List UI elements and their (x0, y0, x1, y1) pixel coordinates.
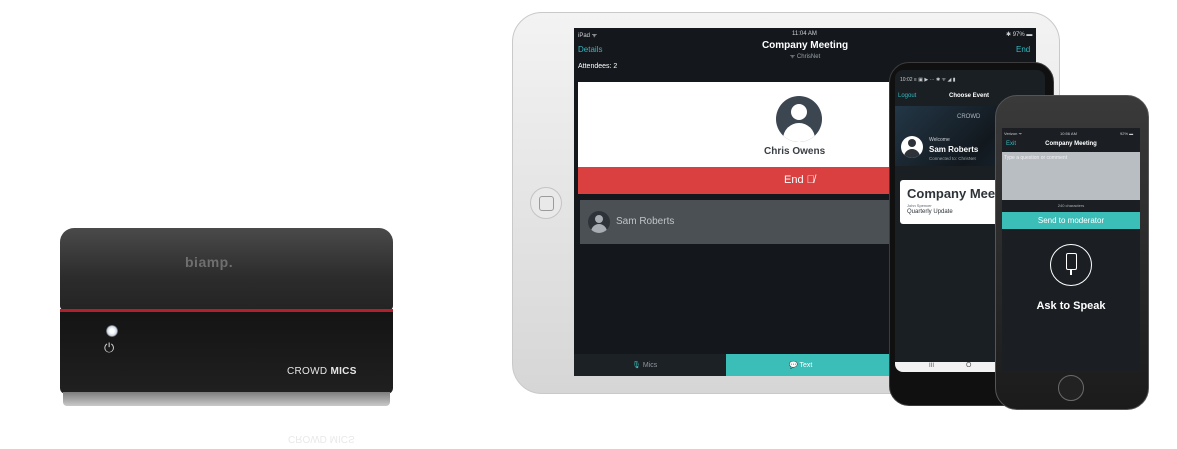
user-avatar-icon (776, 96, 822, 142)
ask-to-speak-label: Ask to Speak (1036, 300, 1106, 312)
end-speaker-label: End 🎙̸ (784, 174, 815, 186)
page-title: Company Meeting (761, 40, 849, 51)
status-bar: 10:02 ≡ ▣ ▶ ··· ✱ ᯤ ◢ ▮ (900, 77, 956, 83)
user-avatar-icon (901, 136, 923, 158)
page-title: Company Meeting (1045, 141, 1097, 147)
status-time: 11:04 AM (792, 31, 817, 37)
speaker-name: Chris Owens (764, 146, 826, 157)
iphone-screen: Verizon ᯤ 10:56 AM 92% ▬ Company Meeting… (1002, 128, 1140, 371)
status-carrier: Verizon ᯤ (1004, 131, 1023, 136)
event-name: Quarterly Update (907, 209, 953, 215)
status-battery: 92% ▬ (1120, 131, 1134, 136)
user-name: Sam Roberts (929, 145, 979, 154)
status-carrier: iPad ᯤ (578, 33, 598, 39)
attendees-count: Attendees: 2 (578, 63, 618, 70)
power-led (106, 325, 118, 337)
logout-button[interactable]: Logout (898, 93, 916, 99)
home-icon[interactable]: O (966, 362, 971, 369)
end-meeting-button[interactable]: End (1016, 45, 1030, 54)
status-battery: ✱ 97% ▬ (1006, 32, 1033, 38)
end-speaker-button[interactable] (578, 167, 896, 194)
brand-bold-text: MICS (330, 366, 357, 377)
microphone-icon: 🎙 (632, 362, 641, 369)
status-time: 10:56 AM (1060, 131, 1077, 136)
character-count: 240 characters (1057, 203, 1085, 208)
user-avatar-icon (588, 211, 610, 233)
send-button-label: Send to moderator (1037, 216, 1105, 225)
question-placeholder: Type a question or comment (1004, 155, 1068, 161)
exit-button[interactable]: Exit (1006, 141, 1016, 147)
box-base (63, 392, 390, 406)
page-title: Choose Event (949, 93, 990, 99)
ipad-home-button[interactable] (530, 187, 562, 219)
microphone-stem (1070, 270, 1072, 275)
hero-brand: CROWD (957, 114, 981, 120)
biamp-logo: biamp. (185, 254, 234, 270)
power-icon: ⏻ (104, 340, 115, 355)
network-subtitle: ᯤ ChrisNet (789, 54, 821, 60)
recents-icon[interactable]: III (929, 363, 934, 369)
phone-microphone-icon (1066, 253, 1077, 270)
connection-status: Connected to: ChrisNet (929, 156, 976, 161)
event-host: John Spencer (907, 203, 932, 208)
tab-mics[interactable]: 🎙 Mics (632, 361, 657, 369)
tab-mics-label: Mics (642, 362, 658, 369)
active-speaker-card (578, 82, 896, 167)
brand-light-text: CROWD (287, 366, 331, 377)
queue-item-name: Sam Roberts (616, 216, 675, 227)
brand-reflection: CROWD MICS (288, 433, 355, 444)
crowd-mics-label: CROWD MICS (287, 366, 357, 377)
tab-text-label: 💬 Text (789, 362, 813, 369)
iphone-home-button[interactable] (1058, 375, 1084, 401)
details-button[interactable]: Details (578, 45, 602, 54)
welcome-text: Welcome (929, 137, 950, 143)
